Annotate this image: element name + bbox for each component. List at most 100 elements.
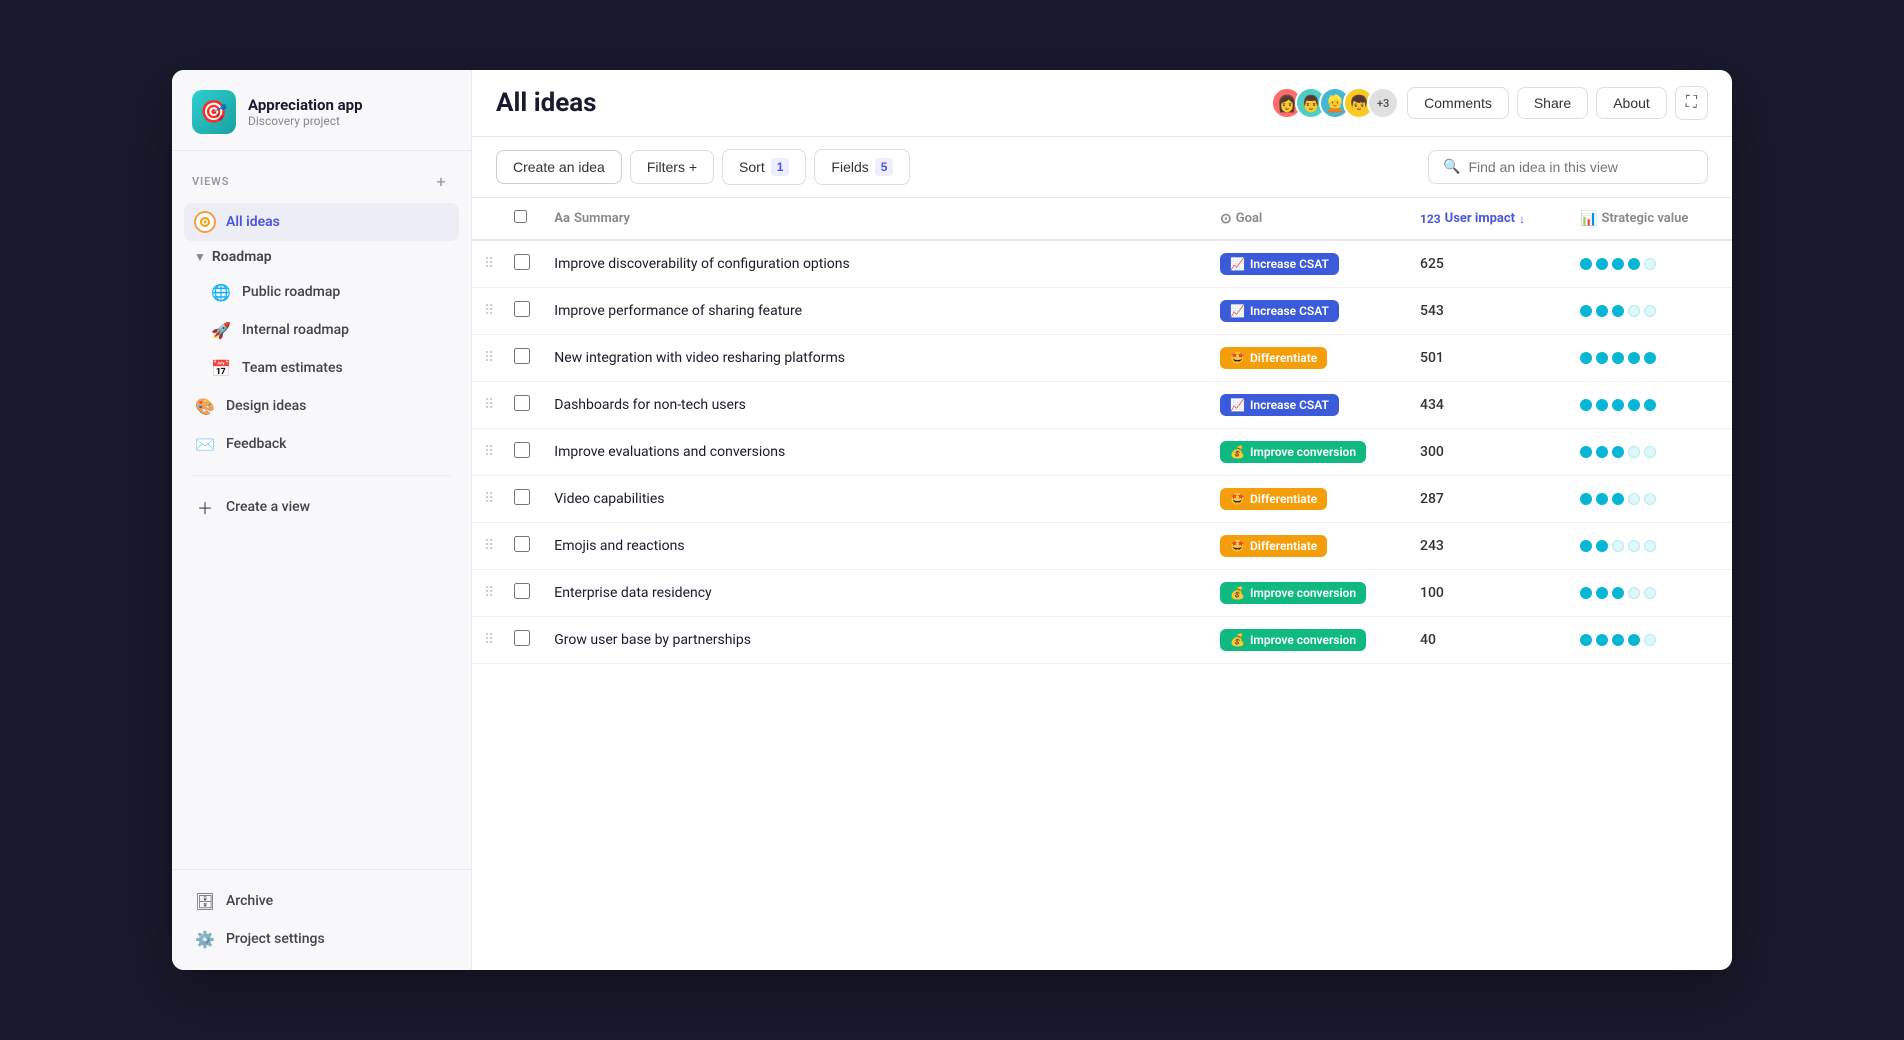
main-header: All ideas 👩 👨 👱 👦 +3 Comments Share Abou… — [472, 70, 1732, 137]
create-idea-button[interactable]: Create an idea — [496, 150, 622, 184]
drag-cell: ⠿ — [472, 288, 506, 335]
strategic-dot — [1612, 540, 1624, 552]
strategic-dots — [1580, 587, 1724, 599]
select-all-checkbox[interactable] — [514, 210, 527, 223]
design-ideas-icon: 🎨 — [194, 395, 216, 417]
strategic-col-label: Strategic value — [1601, 211, 1688, 226]
strategic-dot — [1644, 258, 1656, 270]
impact-col-label: User impact — [1445, 211, 1515, 226]
col-strategic-header: 📊 Strategic value — [1572, 198, 1732, 240]
comments-button[interactable]: Comments — [1407, 87, 1509, 119]
col-impact-header[interactable]: 123 User impact ↓ — [1412, 198, 1572, 240]
sidebar-item-archive[interactable]: 🗄 Archive — [184, 882, 459, 920]
strategic-dots — [1580, 352, 1724, 364]
sidebar-item-project-settings[interactable]: ⚙️ Project settings — [184, 920, 459, 958]
sidebar-item-feedback[interactable]: ✉️ Feedback — [184, 425, 459, 463]
table-row: ⠿ Improve discoverability of configurati… — [472, 240, 1732, 288]
row-checkbox[interactable] — [514, 442, 530, 458]
fields-button[interactable]: Fields 5 — [814, 149, 910, 185]
row-checkbox[interactable] — [514, 536, 530, 552]
drag-handle-icon[interactable]: ⠿ — [480, 585, 498, 601]
check-cell — [506, 240, 546, 288]
goal-label: Differentiate — [1250, 351, 1317, 365]
strategic-dot — [1628, 305, 1640, 317]
drag-handle-icon[interactable]: ⠿ — [480, 397, 498, 413]
strategic-dot — [1612, 352, 1624, 364]
impact-cell: 40 — [1412, 617, 1572, 664]
header-right: 👩 👨 👱 👦 +3 Comments Share About ⛶ — [1271, 86, 1708, 120]
drag-handle-icon[interactable]: ⠿ — [480, 444, 498, 460]
sort-label: Sort — [739, 159, 765, 175]
goal-label: Increase CSAT — [1250, 257, 1329, 271]
search-box[interactable]: 🔍 — [1428, 150, 1708, 184]
drag-handle-icon[interactable]: ⠿ — [480, 256, 498, 272]
app-container: 🎯 Appreciation app Discovery project VIE… — [172, 70, 1732, 970]
drag-cell: ⠿ — [472, 523, 506, 570]
avatars-group: 👩 👨 👱 👦 +3 — [1271, 87, 1399, 119]
impact-cell: 501 — [1412, 335, 1572, 382]
sidebar-item-team-estimates[interactable]: 📅 Team estimates — [200, 349, 459, 387]
sidebar-item-design-ideas[interactable]: 🎨 Design ideas — [184, 387, 459, 425]
create-view-item[interactable]: ＋ Create a view — [184, 488, 459, 526]
sidebar-item-all-ideas[interactable]: All ideas — [184, 203, 459, 241]
strategic-dot — [1644, 446, 1656, 458]
goal-badge: 📈 Increase CSAT — [1220, 394, 1339, 416]
app-name: Appreciation app — [248, 96, 363, 114]
goal-emoji: 🤩 — [1230, 351, 1245, 365]
internal-roadmap-label: Internal roadmap — [242, 322, 349, 338]
check-cell — [506, 617, 546, 664]
about-button[interactable]: About — [1596, 87, 1667, 119]
sidebar-item-public-roadmap[interactable]: 🌐 Public roadmap — [200, 273, 459, 311]
sidebar-item-internal-roadmap[interactable]: 🚀 Internal roadmap — [200, 311, 459, 349]
strategic-dot — [1612, 399, 1624, 411]
impact-cell: 100 — [1412, 570, 1572, 617]
row-checkbox[interactable] — [514, 348, 530, 364]
row-checkbox[interactable] — [514, 489, 530, 505]
row-checkbox[interactable] — [514, 630, 530, 646]
share-button[interactable]: Share — [1517, 87, 1588, 119]
internal-roadmap-icon: 🚀 — [210, 319, 232, 341]
archive-icon: 🗄 — [194, 890, 216, 912]
strategic-col-icon: 📊 — [1580, 211, 1597, 227]
strategic-dot — [1628, 634, 1640, 646]
summary-cell: Emojis and reactions — [546, 523, 1212, 570]
page-title: All ideas — [496, 88, 597, 118]
expand-button[interactable]: ⛶ — [1675, 86, 1708, 120]
drag-handle-icon[interactable]: ⠿ — [480, 632, 498, 648]
strategic-cell — [1572, 570, 1732, 617]
project-settings-label: Project settings — [226, 931, 325, 947]
goal-cell: 📈 Increase CSAT — [1212, 288, 1412, 335]
impact-value: 243 — [1420, 538, 1444, 554]
strategic-dot — [1596, 399, 1608, 411]
sort-button[interactable]: Sort 1 — [722, 149, 806, 185]
search-input[interactable] — [1468, 159, 1693, 175]
drag-cell: ⠿ — [472, 617, 506, 664]
drag-handle-icon[interactable]: ⠿ — [480, 538, 498, 554]
strategic-dot — [1644, 493, 1656, 505]
views-section-header: VIEWS + — [184, 167, 459, 195]
strategic-dot — [1612, 493, 1624, 505]
roadmap-group-toggle[interactable]: ▼ Roadmap — [184, 241, 459, 273]
row-checkbox[interactable] — [514, 301, 530, 317]
check-cell — [506, 335, 546, 382]
goal-cell: 📈 Increase CSAT — [1212, 382, 1412, 429]
row-checkbox[interactable] — [514, 254, 530, 270]
impact-value: 300 — [1420, 444, 1444, 460]
impact-col-icon: 123 — [1420, 212, 1441, 226]
table-row: ⠿ Video capabilities 🤩 Differentiate 287 — [472, 476, 1732, 523]
goal-label: Differentiate — [1250, 539, 1317, 553]
row-checkbox[interactable] — [514, 583, 530, 599]
main-content: All ideas 👩 👨 👱 👦 +3 Comments Share Abou… — [472, 70, 1732, 970]
table-header-row: Aa Summary ⊙ Goal 123 — [472, 198, 1732, 240]
drag-handle-icon[interactable]: ⠿ — [480, 350, 498, 366]
drag-handle-icon[interactable]: ⠿ — [480, 303, 498, 319]
drag-cell: ⠿ — [472, 382, 506, 429]
filters-button[interactable]: Filters + — [630, 150, 714, 184]
impact-cell: 243 — [1412, 523, 1572, 570]
strategic-dot — [1628, 540, 1640, 552]
add-view-button[interactable]: + — [431, 171, 451, 191]
archive-label: Archive — [226, 893, 273, 909]
strategic-dot — [1580, 540, 1592, 552]
row-checkbox[interactable] — [514, 395, 530, 411]
drag-handle-icon[interactable]: ⠿ — [480, 491, 498, 507]
